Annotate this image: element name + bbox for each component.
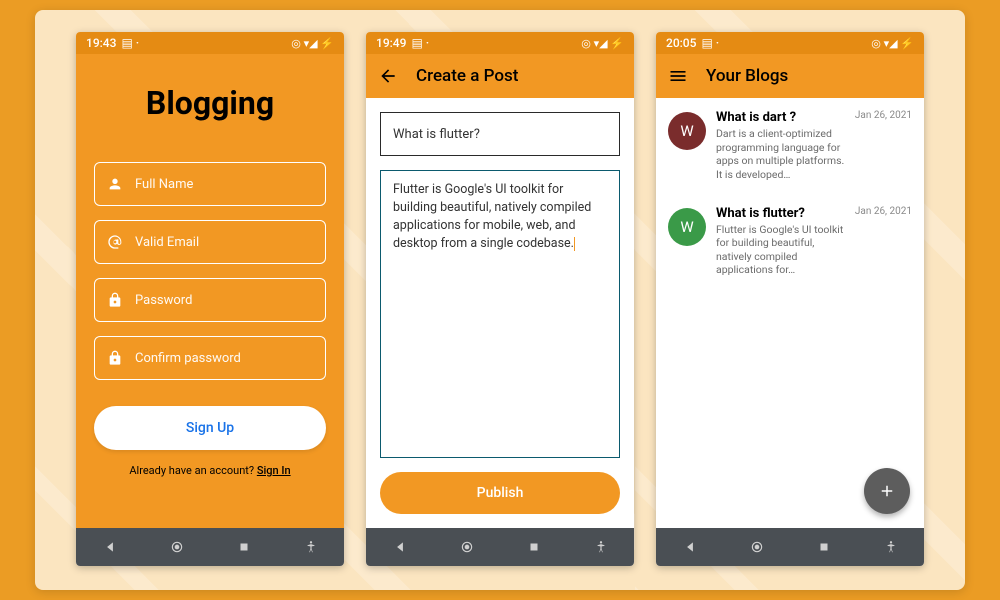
nav-home-icon[interactable] [460, 540, 474, 554]
post-title-input[interactable]: What is flutter? [380, 112, 620, 156]
status-bar: 19:43 ▤ · ◎ ▾◢ ⚡ [76, 32, 344, 54]
blog-item-text: What is dart ? Dart is a client-optimize… [716, 110, 845, 182]
phone-signup: 19:43 ▤ · ◎ ▾◢ ⚡ Blogging Full Name Vali… [76, 32, 344, 566]
plus-icon [878, 482, 896, 500]
status-time: 20:05 [666, 36, 696, 50]
blog-list-item[interactable]: W What is flutter? Flutter is Google's U… [656, 194, 924, 290]
publish-button[interactable]: Publish [380, 472, 620, 514]
signup-button[interactable]: Sign Up [94, 406, 326, 450]
at-icon [107, 234, 123, 250]
back-arrow-icon[interactable] [378, 66, 398, 86]
menu-icon[interactable] [668, 66, 688, 86]
appbar: Create a Post [366, 54, 634, 98]
status-bar: 20:05 ▤ · ◎ ▾◢ ⚡ [656, 32, 924, 54]
image-icon: ▤ · [701, 36, 719, 50]
post-body-value: Flutter is Google's UI toolkit for build… [393, 182, 591, 251]
nav-back-icon[interactable] [393, 540, 407, 554]
password-placeholder: Password [135, 293, 192, 308]
nav-accessibility-icon[interactable] [594, 540, 608, 554]
lock-icon [107, 292, 123, 308]
nav-home-icon[interactable] [170, 540, 184, 554]
blog-item-desc: Dart is a client-optimized programming l… [716, 127, 845, 182]
showcase-card: 19:43 ▤ · ◎ ▾◢ ⚡ Blogging Full Name Vali… [35, 10, 965, 590]
image-icon: ▤ · [121, 36, 139, 50]
blog-item-title: What is dart ? [716, 110, 845, 125]
create-post-screen: What is flutter? Flutter is Google's UI … [366, 98, 634, 528]
nav-back-icon[interactable] [683, 540, 697, 554]
appbar: Your Blogs [656, 54, 924, 98]
nav-recents-icon[interactable] [817, 540, 831, 554]
nav-accessibility-icon[interactable] [884, 540, 898, 554]
blog-item-date: Jan 26, 2021 [855, 110, 912, 182]
status-icons: ◎ ▾◢ ⚡ [581, 37, 624, 50]
signin-prompt-text: Already have an account? [129, 464, 256, 477]
password-field[interactable]: Password [94, 278, 326, 322]
avatar: W [668, 208, 706, 246]
android-nav-bar [656, 528, 924, 566]
appbar-title: Your Blogs [706, 66, 788, 86]
status-bar: 19:49 ▤ · ◎ ▾◢ ⚡ [366, 32, 634, 54]
blog-item-desc: Flutter is Google's UI toolkit for build… [716, 223, 845, 278]
app-title: Blogging [94, 84, 326, 122]
status-icons: ◎ ▾◢ ⚡ [291, 37, 334, 50]
phone-create-post: 19:49 ▤ · ◎ ▾◢ ⚡ Create a Post What is f… [366, 32, 634, 566]
android-nav-bar [76, 528, 344, 566]
signup-screen: Blogging Full Name Valid Email Password … [76, 54, 344, 528]
post-title-value: What is flutter? [393, 127, 480, 142]
blog-list-item[interactable]: W What is dart ? Dart is a client-optimi… [656, 98, 924, 194]
status-time: 19:43 [86, 36, 116, 50]
blog-list-screen: W What is dart ? Dart is a client-optimi… [656, 98, 924, 528]
appbar-title: Create a Post [416, 66, 518, 86]
nav-home-icon[interactable] [750, 540, 764, 554]
nav-recents-icon[interactable] [237, 540, 251, 554]
post-body-input[interactable]: Flutter is Google's UI toolkit for build… [380, 170, 620, 458]
image-icon: ▤ · [411, 36, 429, 50]
email-placeholder: Valid Email [135, 235, 199, 250]
fullname-placeholder: Full Name [135, 177, 193, 192]
person-icon [107, 176, 123, 192]
phone-blog-list: 20:05 ▤ · ◎ ▾◢ ⚡ Your Blogs W What is da… [656, 32, 924, 566]
blog-item-text: What is flutter? Flutter is Google's UI … [716, 206, 845, 278]
blog-item-date: Jan 26, 2021 [855, 206, 912, 278]
confirm-password-field[interactable]: Confirm password [94, 336, 326, 380]
android-nav-bar [366, 528, 634, 566]
nav-accessibility-icon[interactable] [304, 540, 318, 554]
status-time: 19:49 [376, 36, 406, 50]
add-post-fab[interactable] [864, 468, 910, 514]
avatar: W [668, 112, 706, 150]
text-cursor [574, 237, 575, 251]
confirm-placeholder: Confirm password [135, 351, 241, 366]
fullname-field[interactable]: Full Name [94, 162, 326, 206]
status-icons: ◎ ▾◢ ⚡ [871, 37, 914, 50]
blog-item-title: What is flutter? [716, 206, 845, 221]
signin-prompt: Already have an account? Sign In [94, 464, 326, 477]
nav-recents-icon[interactable] [527, 540, 541, 554]
signin-link[interactable]: Sign In [257, 464, 291, 477]
email-field[interactable]: Valid Email [94, 220, 326, 264]
nav-back-icon[interactable] [103, 540, 117, 554]
lock-icon [107, 350, 123, 366]
